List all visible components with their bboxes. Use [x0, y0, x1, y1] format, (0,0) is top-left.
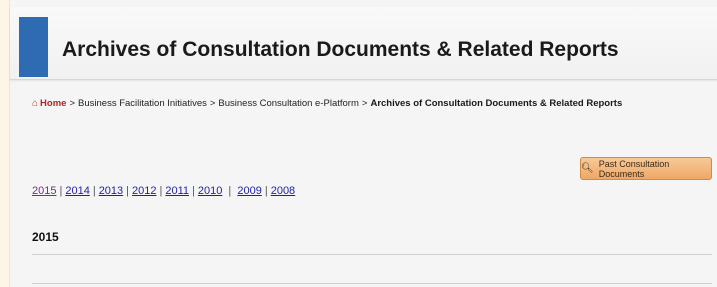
year-link-2011[interactable]: 2011 [165, 185, 189, 197]
section-year-title: 2015 [32, 230, 59, 244]
year-link-2012[interactable]: 2012 [132, 185, 156, 197]
year-link-2009[interactable]: 2009 [237, 185, 261, 197]
divider [32, 283, 712, 284]
year-link-2015[interactable]: 2015 [32, 185, 56, 197]
breadcrumb-home[interactable]: Home [40, 98, 66, 109]
year-link-2013[interactable]: 2013 [99, 185, 123, 197]
page-header: Archives of Consultation Documents & Rel… [10, 7, 717, 80]
breadcrumb-separator: > [209, 98, 216, 109]
content-panel: Archives of Consultation Documents & Rel… [9, 0, 717, 287]
breadcrumb-consultation-platform[interactable]: Business Consultation e-Platform [218, 98, 358, 109]
past-consultation-label: Past Consultation Documents [598, 158, 670, 179]
breadcrumb-separator: > [69, 98, 76, 109]
year-link-2010[interactable]: 2010 [198, 185, 222, 197]
header-accent-bar [19, 17, 48, 77]
divider [32, 254, 712, 255]
home-icon[interactable]: ⌂ [32, 98, 38, 109]
page-title: Archives of Consultation Documents & Rel… [62, 38, 619, 61]
breadcrumb: ⌂ Home > Business Facilitation Initiatives >… [32, 96, 712, 111]
breadcrumb-separator: > [361, 98, 368, 109]
breadcrumb-business-facilitation[interactable]: Business Facilitation Initiatives [78, 98, 207, 109]
past-consultation-documents-button[interactable]: 🔍︎ Past Consultation Documents [580, 157, 712, 180]
year-link-2008[interactable]: 2008 [271, 185, 295, 197]
year-nav: 2015 | 2014 | 2013 | 2012 | 2011 | 2010 | 2009 | 200… [32, 185, 296, 197]
search-icon: 🔍︎ [581, 163, 594, 174]
breadcrumb-current: Archives of Consultation Documents & Rel… [370, 98, 623, 109]
year-link-2014[interactable]: 2014 [65, 185, 89, 197]
